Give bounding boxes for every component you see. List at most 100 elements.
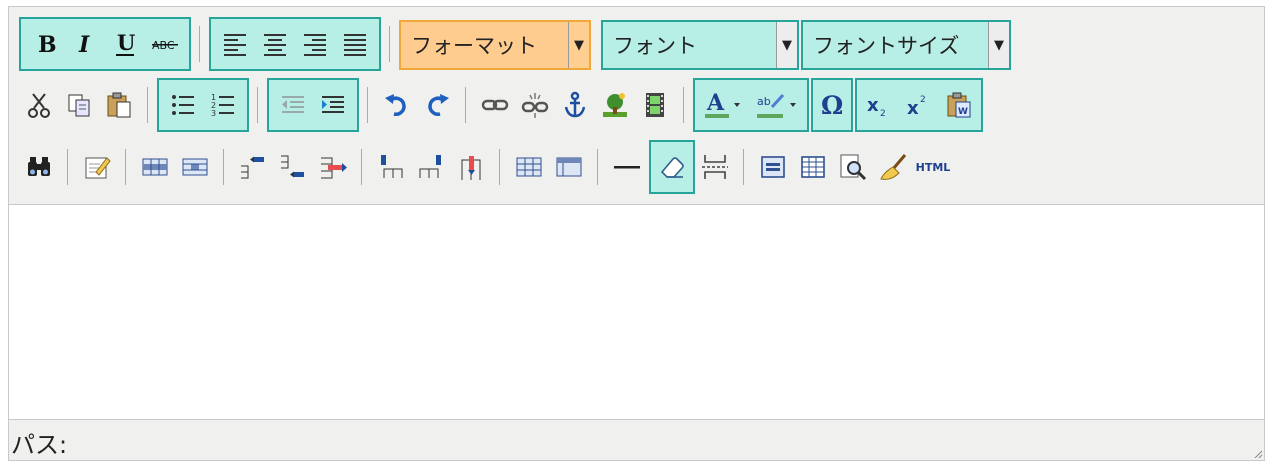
font-size-select-label: フォントサイズ [813,34,960,58]
undo-button[interactable] [377,83,417,127]
svg-text:2: 2 [880,109,886,119]
insert-row-after-button[interactable] [273,145,313,189]
insert-row-after-icon [281,155,304,178]
paste-word-button[interactable]: W [939,83,979,127]
superscript-button[interactable]: x2 [899,83,939,127]
chevron-down-icon[interactable]: ▼ [988,22,1009,68]
separator [683,87,685,123]
table-icon [801,156,825,178]
resize-grip-icon[interactable] [1253,449,1263,459]
editor-content-area[interactable] [9,204,1264,420]
script-group: x2 x2 W [855,78,983,132]
insert-col-before-button[interactable] [371,145,411,189]
table-cell-props-button[interactable] [175,145,215,189]
insert-row-before-button[interactable] [233,145,273,189]
svg-text:x: x [907,98,919,119]
bullet-list-button[interactable] [163,83,203,127]
eraser-icon [660,157,684,178]
separator [361,149,363,185]
visual-aid-button[interactable] [695,145,735,189]
unlink-icon [521,93,549,118]
chevron-down-icon[interactable]: ▼ [568,22,589,68]
insert-column-before-icon [381,155,403,178]
format-select[interactable]: フォーマット ▼ [399,20,591,70]
horizontal-rule-button[interactable] [607,145,647,189]
copy-button[interactable] [59,83,99,127]
align-right-button[interactable] [295,22,335,66]
charmap-group: Ω [811,78,853,132]
cut-button[interactable] [19,83,59,127]
delete-row-button[interactable] [313,145,353,189]
toolbar-row-3: HTML [19,138,953,196]
separator [257,87,259,123]
svg-text:ab: ab [757,95,771,108]
outdent-button[interactable] [273,83,313,127]
remove-format-group [649,140,695,194]
align-center-button[interactable] [255,22,295,66]
text-color-icon: A [705,90,740,118]
merge-cells-icon [556,157,582,177]
numbered-list-button[interactable]: 123 [203,83,243,127]
merge-cells-button[interactable] [549,145,589,189]
align-left-button[interactable] [215,22,255,66]
separator [147,87,149,123]
anchor-button[interactable] [555,83,595,127]
subscript-button[interactable]: x2 [859,83,899,127]
text-style-group: B I U ABC [19,17,191,71]
separator [743,149,745,185]
omega-icon: Ω [821,91,843,120]
image-icon [603,93,627,117]
split-cells-icon [516,157,542,177]
remove-format-button[interactable] [652,145,692,189]
separator [199,26,201,62]
font-size-select[interactable]: フォントサイズ ▼ [801,20,1011,70]
insert-media-button[interactable] [635,83,675,127]
italic-button[interactable]: I [65,22,105,66]
delete-row-icon [321,157,347,179]
font-select[interactable]: フォント ▼ [601,20,799,70]
editor-toolbar: B I U ABC フォーマット ▼ フォント ▼ フォントサイズ ▼ 1 2 … [9,7,1264,204]
align-justify-button[interactable] [335,22,375,66]
color-group: A ab [693,78,809,132]
table-row-props-button[interactable] [135,145,175,189]
underline-button[interactable]: U [105,22,145,66]
align-right-icon [304,34,326,56]
paste-button[interactable] [99,83,139,127]
indent-button[interactable] [313,83,353,127]
edit-button[interactable] [77,145,117,189]
split-cells-button[interactable] [509,145,549,189]
insert-link-button[interactable] [475,83,515,127]
separator [499,149,501,185]
background-color-button[interactable]: ab [749,83,805,127]
bold-button[interactable]: B [25,22,65,66]
toolbar-row-2: 123 A ab Ω x 2 x 2 W [19,76,983,134]
layer-button[interactable] [753,145,793,189]
insert-col-after-button[interactable] [411,145,451,189]
html-source-button[interactable]: HTML [913,145,953,189]
toolbar-row-1: B I U ABC フォーマット ▼ フォント ▼ フォントサイズ ▼ [19,15,1011,73]
superscript-icon: x2 [907,95,926,119]
layer-icon [761,156,785,178]
list-group: 123 [157,78,249,132]
align-left-icon [224,34,246,56]
preview-button[interactable] [833,145,873,189]
highlighter-icon: ab [757,93,796,118]
align-justify-icon [344,34,366,56]
insert-image-button[interactable] [595,83,635,127]
scissors-icon [28,93,50,118]
horizontal-rule-icon [614,166,640,169]
svg-text:x: x [867,95,879,116]
delete-col-button[interactable] [451,145,491,189]
undo-icon [385,94,406,116]
find-button[interactable] [19,145,59,189]
unlink-button[interactable] [515,83,555,127]
text-color-button[interactable]: A [697,83,749,127]
chevron-down-icon[interactable]: ▼ [776,22,797,68]
insert-table-button[interactable] [793,145,833,189]
svg-text:2: 2 [920,95,926,105]
strikethrough-button[interactable]: ABC [145,22,185,66]
cleanup-button[interactable] [873,145,913,189]
svg-text:3: 3 [211,109,216,118]
special-character-button[interactable]: Ω [814,83,850,127]
redo-button[interactable] [417,83,457,127]
